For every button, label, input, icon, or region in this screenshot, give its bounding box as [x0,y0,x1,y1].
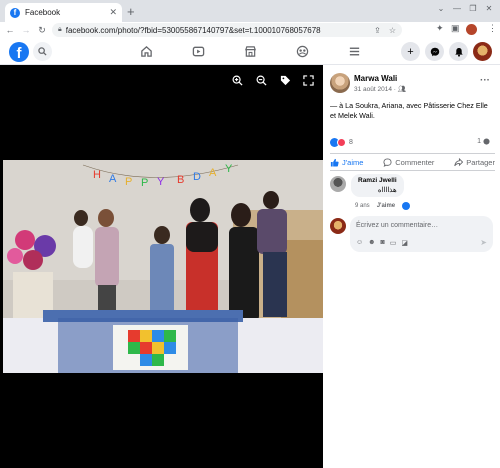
window-controls: ⌄ — ❐ ✕ [434,2,496,14]
cake [113,325,188,370]
browser-tab[interactable]: f Facebook ✕ [5,3,122,22]
gif-icon[interactable]: ▭ [390,239,397,247]
composer-avatar [330,218,346,234]
comment-meta: 9 ans J'aime [355,202,411,210]
sticker-icon[interactable]: ◪ [401,239,408,247]
author-avatar[interactable] [330,73,350,93]
commenter-name[interactable]: Ramzi Jwelli [358,177,397,184]
back-icon[interactable]: ← [4,25,16,35]
comment-button[interactable]: Commenter [383,158,434,167]
facebook-top-nav: f + [0,38,500,65]
friends-audience-icon: 👥︎ [397,86,407,93]
zoom-in-icon[interactable] [232,75,243,89]
post-actions: J'aime Commenter Partager [330,153,495,171]
plus-icon: + [407,45,414,58]
messenger-icon [430,47,439,56]
comment-bubble: Ramzi Jwelli هذااااه [351,174,404,197]
comment-count[interactable]: 1 [477,138,490,145]
post-details-panel: Marwa Wali 31 août 2014 · 👥︎ ··· — à La … [323,65,500,468]
marketplace-icon[interactable] [242,43,258,59]
groups-icon[interactable] [294,43,310,59]
search-icon [38,47,47,56]
svg-text:D: D [193,171,201,183]
post-date-text[interactable]: 31 août 2014 [354,86,392,93]
close-window-button[interactable]: ✕ [482,2,496,14]
post-text: — à La Soukra, Ariana, avec Pâtisserie C… [330,101,488,120]
search-button[interactable] [33,42,52,61]
url-text[interactable]: facebook.com/photo/?fbid=530055867140797… [66,26,374,35]
photo-viewer: H A P P Y B D A Y [0,65,323,468]
post-date: 31 août 2014 · 👥︎ [354,85,406,93]
browser-profile-avatar[interactable] [466,24,477,35]
reaction-summary[interactable]: 8 [330,138,353,147]
tab-search-icon[interactable]: ⌄ [434,2,448,14]
comment-label: Commenter [395,157,435,167]
svg-text:P: P [141,177,148,189]
browser-tab-strip: f Facebook ✕ + ⌄ — ❐ ✕ [0,0,500,22]
post-photo[interactable]: H A P P Y B D A Y [3,160,323,373]
more-options-icon[interactable]: ··· [480,75,490,86]
zoom-out-icon[interactable] [256,75,267,89]
home-icon[interactable] [138,43,154,59]
bell-icon [454,47,463,57]
facebook-favicon-icon: f [10,7,20,18]
notifications-button[interactable] [449,42,468,61]
reaction-count: 8 [349,139,353,146]
facebook-logo-icon[interactable]: f [9,42,29,62]
love-reaction-icon [337,138,346,147]
tag-icon[interactable] [280,75,291,89]
lock-icon[interactable]: 🔒︎ [58,26,62,34]
bookmark-star-icon[interactable]: ☆ [389,26,396,35]
forward-icon[interactable]: → [20,25,32,35]
address-bar[interactable]: 🔒︎ facebook.com/photo/?fbid=530055867140… [52,23,402,37]
share-label: Partager [466,157,495,167]
comment-composer[interactable]: Écrivez un commentaire… ☺︎ ☻ ◙ ▭ ◪ ➤ [350,216,493,252]
browser-toolbar: ← → ↻ 🔒︎ facebook.com/photo/?fbid=530055… [0,22,500,38]
messenger-button[interactable] [425,42,444,61]
share-page-icon[interactable]: ⇪ [374,26,381,35]
side-panel-icon[interactable]: ▣ [451,23,460,34]
minimize-button[interactable]: — [450,2,464,14]
comment-icon [383,157,392,167]
menu-hamburger-icon[interactable] [346,43,362,59]
svg-text:A: A [109,173,117,185]
tab-close-icon[interactable]: ✕ [109,7,117,18]
extensions-icon[interactable]: ✦ [436,23,444,34]
create-plus-button[interactable]: + [401,42,420,61]
comment-text: هذااااه [377,187,397,194]
send-icon[interactable]: ➤ [480,238,487,247]
new-tab-button[interactable]: + [127,4,135,19]
avatar-sticker-icon[interactable]: ☺︎ [356,239,363,247]
reload-icon[interactable]: ↻ [36,25,48,36]
svg-text:Y: Y [225,163,233,175]
like-label: J'aime [342,157,364,167]
emoji-icon[interactable]: ☻ [368,239,375,247]
svg-text:H: H [93,169,101,181]
comment-like-reaction-icon [402,202,411,210]
fullscreen-icon[interactable] [303,75,314,89]
comment-input[interactable]: Écrivez un commentaire… [356,222,438,229]
maximize-button[interactable]: ❐ [466,2,480,14]
like-button[interactable]: J'aime [330,158,363,167]
svg-text:Y: Y [157,176,165,188]
browser-menu-icon[interactable]: ⋮ [488,23,497,34]
tab-title: Facebook [25,8,61,17]
composer-tools: ☺︎ ☻ ◙ ▭ ◪ [356,239,408,247]
thumbs-up-icon [330,158,339,167]
svg-text:P: P [125,176,132,188]
author-name[interactable]: Marwa Wali [354,74,397,83]
commenter-avatar[interactable] [330,176,346,192]
camera-icon[interactable]: ◙ [381,239,385,247]
comment-count-value: 1 [477,138,481,145]
comment-like-button[interactable]: J'aime [377,203,395,209]
share-icon [454,157,464,166]
comment-time[interactable]: 9 ans [355,203,370,209]
account-avatar[interactable] [473,42,492,61]
svg-text:B: B [177,174,184,186]
share-button[interactable]: Partager [454,157,495,167]
watch-video-icon[interactable] [190,43,206,59]
comment-bubble-icon [483,138,490,145]
svg-text:A: A [209,167,217,179]
